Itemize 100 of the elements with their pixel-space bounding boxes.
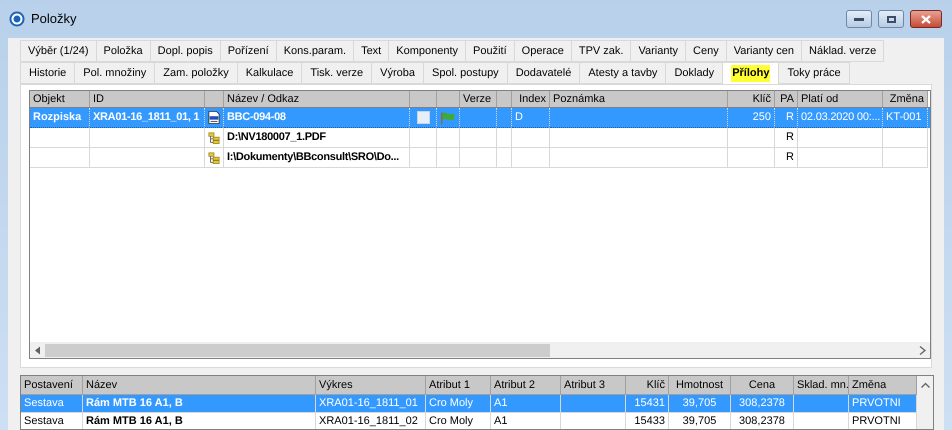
table-cell: Rám MTB 16 A1, B <box>83 413 316 429</box>
column-header[interactable]: Platí od <box>798 91 883 107</box>
tab[interactable]: Použití <box>465 40 514 62</box>
tab[interactable]: Text <box>353 40 388 62</box>
table-cell <box>512 128 550 148</box>
tab[interactable]: Zam. položky <box>154 62 237 84</box>
tab[interactable]: Položka <box>96 40 150 62</box>
tab[interactable]: TPV zak. <box>570 40 630 62</box>
column-header <box>205 91 224 107</box>
column-header[interactable]: Atribut 3 <box>561 376 626 394</box>
column-header[interactable]: Změna <box>849 376 917 394</box>
tab[interactable]: Atesty a tavby <box>579 62 666 84</box>
tab[interactable]: Náklad. verze <box>801 40 884 62</box>
table-cell <box>410 128 437 148</box>
column-header[interactable]: Cena <box>731 376 794 394</box>
column-header <box>497 91 512 107</box>
table-row[interactable]: D:\NV180007_1.PDF R <box>30 128 930 148</box>
column-header[interactable]: Index <box>512 91 550 107</box>
table-row[interactable]: I:\Dokumenty\BBconsult\SRO\Do... R <box>30 148 930 168</box>
column-header[interactable]: Výkres <box>316 376 426 394</box>
scroll-left-icon[interactable] <box>34 346 41 354</box>
tab[interactable]: Komponenty <box>388 40 466 62</box>
column-header[interactable]: PA <box>775 91 798 107</box>
column-header[interactable]: Postavení <box>21 376 83 394</box>
tab[interactable]: Spol. postupy <box>423 62 507 84</box>
column-header[interactable]: Hmotnost <box>669 376 731 394</box>
table-cell: 39,705 <box>669 413 731 429</box>
column-header[interactable]: Klíč <box>626 376 669 394</box>
table-cell: R <box>775 128 798 148</box>
flag-icon <box>440 110 456 124</box>
table-cell <box>497 148 512 168</box>
column-header[interactable]: Atribut 2 <box>491 376 561 394</box>
scroll-up-icon[interactable] <box>920 382 930 388</box>
folder-tree-icon <box>208 130 220 144</box>
column-header[interactable]: Název / Odkaz <box>224 91 410 107</box>
column-header[interactable]: Sklad. mn. <box>794 376 849 394</box>
column-header[interactable]: Objekt <box>30 91 90 107</box>
window-title: Položky <box>31 10 77 28</box>
table-cell: XRA01-16_1811_02 <box>316 413 426 429</box>
tab[interactable]: Výroba <box>371 62 424 84</box>
minimize-icon <box>854 18 864 20</box>
minimize-button[interactable] <box>846 10 872 28</box>
tab[interactable]: Varianty cen <box>726 40 802 62</box>
table-cell <box>512 148 550 168</box>
table-cell <box>410 148 437 168</box>
column-header[interactable]: Poznámka <box>550 91 728 107</box>
tab[interactable]: Pořízení <box>220 40 276 62</box>
tab[interactable]: Kons.param. <box>276 40 354 62</box>
tab[interactable]: Výběr (1/24) <box>20 40 96 62</box>
tab[interactable]: Varianty <box>630 40 686 62</box>
table-cell <box>460 148 497 168</box>
scrollbar-thumb[interactable] <box>45 344 550 356</box>
column-header <box>437 91 460 107</box>
table-cell: Rám MTB 16 A1, B <box>83 395 316 413</box>
tab[interactable]: Dodavatelé <box>506 62 580 84</box>
table-cell: A1 <box>491 395 561 413</box>
tab[interactable]: Doklady <box>665 62 722 84</box>
column-header[interactable]: ID <box>90 91 205 107</box>
maximize-icon <box>886 16 896 22</box>
tab[interactable]: Ceny <box>685 40 726 62</box>
tab[interactable]: Kalkulace <box>236 62 302 84</box>
table-cell: A1 <box>491 413 561 429</box>
table-cell: Cro Moly <box>426 395 491 413</box>
tab[interactable]: Tisk. verze <box>301 62 372 84</box>
column-header[interactable]: Název <box>83 376 316 394</box>
column-header[interactable]: Změna <box>883 91 928 107</box>
table-cell <box>437 148 460 168</box>
table-cell: I:\Dokumenty\BBconsult\SRO\Do... <box>224 148 410 168</box>
horizontal-scrollbar[interactable] <box>30 342 930 358</box>
column-header[interactable]: Atribut 1 <box>426 376 491 394</box>
table-cell: Sestava <box>21 395 83 413</box>
table-cell: R <box>775 108 798 128</box>
table-cell <box>460 128 497 148</box>
vertical-scrollbar[interactable] <box>917 376 933 429</box>
tab[interactable]: Dopl. popis <box>150 40 220 62</box>
table-cell <box>728 128 775 148</box>
maximize-button[interactable] <box>878 10 904 28</box>
tab[interactable]: Přílohy <box>722 62 778 84</box>
table-cell: 02.03.2020 00:... <box>798 108 883 128</box>
column-header[interactable]: Klíč <box>728 91 775 107</box>
table-cell: XRA01-16_1811_01, 1 <box>90 108 205 128</box>
column-header <box>410 91 437 107</box>
column-header[interactable]: Verze <box>460 91 497 107</box>
table-row[interactable]: Sestava Rám MTB 16 A1, B XRA01-16_1811_02 Cro Moly A1 15433 39,705 308,2378 PRVOTNI <box>21 413 917 429</box>
table-cell: XRA01-16_1811_01 <box>316 395 426 413</box>
tab[interactable]: Operace <box>514 40 571 62</box>
table-cell: 250 <box>728 108 775 128</box>
table-cell <box>30 128 90 148</box>
table-cell: D:\NV180007_1.PDF <box>224 128 410 148</box>
close-icon <box>921 14 931 24</box>
tab[interactable]: Pol. množiny <box>74 62 154 84</box>
table-cell: KT-001 <box>883 108 928 128</box>
scroll-right-icon[interactable] <box>919 346 926 354</box>
table-cell: Cro Moly <box>426 413 491 429</box>
table-cell <box>497 108 512 128</box>
tab[interactable]: Toky práce <box>778 62 850 84</box>
tab[interactable]: Historie <box>20 62 74 84</box>
close-button[interactable] <box>910 10 942 28</box>
table-cell: 308,2378 <box>731 413 794 429</box>
table-cell: D <box>512 108 550 128</box>
